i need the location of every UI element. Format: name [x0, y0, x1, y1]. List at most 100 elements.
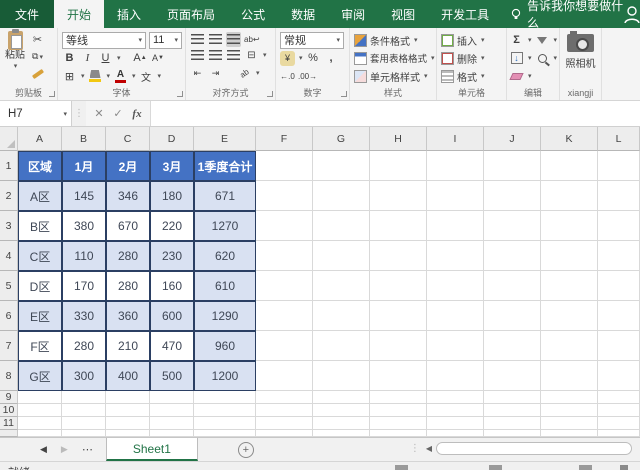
- cell-G3[interactable]: [313, 211, 370, 241]
- paste-button[interactable]: 粘贴 ▾: [0, 31, 30, 81]
- cell-K8[interactable]: [541, 361, 598, 391]
- prev-sheet-icon[interactable]: ◀: [40, 444, 47, 455]
- cell-L3[interactable]: [598, 211, 640, 241]
- cell-G[interactable]: [313, 430, 370, 437]
- cell-G7[interactable]: [313, 331, 370, 361]
- column-header-H[interactable]: H: [370, 127, 427, 151]
- cell-B1[interactable]: 1月: [62, 151, 106, 181]
- cell-G5[interactable]: [313, 271, 370, 301]
- cell-F2[interactable]: [256, 181, 313, 211]
- borders-button[interactable]: ⊞: [62, 69, 77, 84]
- cell-E11[interactable]: [194, 417, 256, 430]
- cell-E8[interactable]: 1200: [194, 361, 256, 391]
- select-all-corner[interactable]: [0, 127, 18, 151]
- cell-C5[interactable]: 280: [106, 271, 150, 301]
- cell-J1[interactable]: [484, 151, 541, 181]
- cell-C2[interactable]: 346: [106, 181, 150, 211]
- tab-insert[interactable]: 插入: [104, 0, 154, 28]
- cell-K[interactable]: [541, 430, 598, 437]
- cell-L2[interactable]: [598, 181, 640, 211]
- cell-G2[interactable]: [313, 181, 370, 211]
- italic-button[interactable]: I: [80, 51, 95, 66]
- cell-E6[interactable]: 1290: [194, 301, 256, 331]
- insert-cells-button[interactable]: 插入▾: [437, 31, 506, 49]
- formula-input[interactable]: [151, 101, 640, 126]
- row-header-3[interactable]: 3: [0, 211, 18, 241]
- page-break-view-icon[interactable]: [579, 465, 592, 470]
- font-color-button[interactable]: A: [113, 69, 128, 84]
- cell-D8[interactable]: 500: [150, 361, 194, 391]
- cell-A6[interactable]: E区: [18, 301, 62, 331]
- cell-C11[interactable]: [106, 417, 150, 430]
- sheet-list-icon[interactable]: ⋯: [82, 443, 94, 456]
- page-layout-view-icon[interactable]: [489, 465, 502, 470]
- cell-E9[interactable]: [194, 391, 256, 404]
- name-box[interactable]: H7▾: [0, 101, 72, 126]
- cell-F[interactable]: [256, 430, 313, 437]
- cut-icon[interactable]: ✂: [30, 32, 45, 47]
- cell-G9[interactable]: [313, 391, 370, 404]
- cell-C6[interactable]: 360: [106, 301, 150, 331]
- clipboard-dialog-launcher[interactable]: [49, 91, 55, 97]
- cell-B6[interactable]: 330: [62, 301, 106, 331]
- column-header-G[interactable]: G: [313, 127, 370, 151]
- cell-K3[interactable]: [541, 211, 598, 241]
- cell-L6[interactable]: [598, 301, 640, 331]
- cell-D2[interactable]: 180: [150, 181, 194, 211]
- middle-align-button[interactable]: [208, 32, 223, 47]
- cell-H7[interactable]: [370, 331, 427, 361]
- row-header-5[interactable]: 5: [0, 271, 18, 301]
- horizontal-scrollbar[interactable]: [436, 442, 632, 455]
- scroll-left-icon[interactable]: ◀: [426, 444, 432, 453]
- cell-D10[interactable]: [150, 404, 194, 417]
- cell-B10[interactable]: [62, 404, 106, 417]
- cell-K2[interactable]: [541, 181, 598, 211]
- cell-F10[interactable]: [256, 404, 313, 417]
- column-header-I[interactable]: I: [427, 127, 484, 151]
- cell-A9[interactable]: [18, 391, 62, 404]
- cell-A10[interactable]: [18, 404, 62, 417]
- find-select-button[interactable]: [535, 51, 550, 66]
- cell-L9[interactable]: [598, 391, 640, 404]
- cell-L8[interactable]: [598, 361, 640, 391]
- cell-E[interactable]: [194, 430, 256, 437]
- conditional-formatting-button[interactable]: 条件格式▾: [350, 31, 436, 49]
- copy-icon[interactable]: ⧉▾: [30, 49, 45, 64]
- name-box-dropdown-icon[interactable]: ▾: [63, 110, 67, 118]
- cell-J9[interactable]: [484, 391, 541, 404]
- cell-A3[interactable]: B区: [18, 211, 62, 241]
- cell-C3[interactable]: 670: [106, 211, 150, 241]
- cell-J[interactable]: [484, 430, 541, 437]
- cell-B4[interactable]: 110: [62, 241, 106, 271]
- cell-A5[interactable]: D区: [18, 271, 62, 301]
- cell-J6[interactable]: [484, 301, 541, 331]
- underline-button[interactable]: U: [98, 51, 113, 66]
- cell-J2[interactable]: [484, 181, 541, 211]
- cell-I11[interactable]: [427, 417, 484, 430]
- cell-B7[interactable]: 280: [62, 331, 106, 361]
- fill-color-button[interactable]: [88, 69, 103, 84]
- cell-D11[interactable]: [150, 417, 194, 430]
- cell-H1[interactable]: [370, 151, 427, 181]
- autosum-button[interactable]: Σ: [509, 33, 524, 48]
- increase-indent-button[interactable]: ⇥: [208, 66, 223, 81]
- format-cells-button[interactable]: 格式▾: [437, 67, 506, 85]
- cell-A11[interactable]: [18, 417, 62, 430]
- cell-K6[interactable]: [541, 301, 598, 331]
- account-icon[interactable]: [622, 5, 640, 23]
- column-header-B[interactable]: B: [62, 127, 106, 151]
- cell-I9[interactable]: [427, 391, 484, 404]
- column-header-J[interactable]: J: [484, 127, 541, 151]
- comma-style-button[interactable]: ,: [324, 51, 339, 66]
- fill-button[interactable]: ↓: [509, 51, 524, 66]
- row-header-11[interactable]: 11: [0, 417, 18, 430]
- cell-C1[interactable]: 2月: [106, 151, 150, 181]
- align-left-button[interactable]: [190, 48, 205, 63]
- cell-A2[interactable]: A区: [18, 181, 62, 211]
- cell-F1[interactable]: [256, 151, 313, 181]
- cell-E4[interactable]: 620: [194, 241, 256, 271]
- cell-E1[interactable]: 1季度合计: [194, 151, 256, 181]
- cell-B2[interactable]: 145: [62, 181, 106, 211]
- tab-page-layout[interactable]: 页面布局: [154, 0, 228, 28]
- cell-A7[interactable]: F区: [18, 331, 62, 361]
